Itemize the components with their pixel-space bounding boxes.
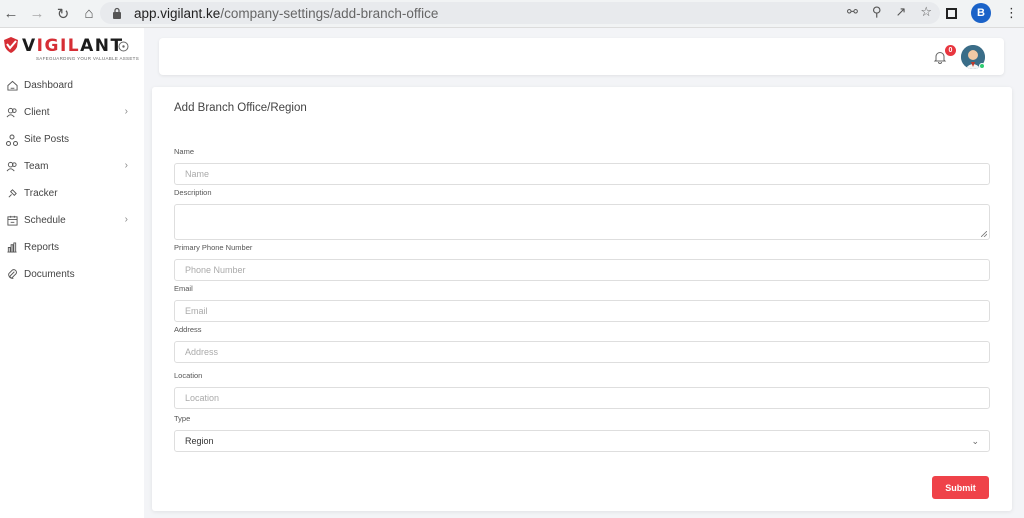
email-field[interactable]: Email — [174, 300, 990, 322]
chevron-right-icon: › — [124, 214, 128, 225]
name-placeholder: Name — [185, 169, 210, 179]
phone-placeholder: Phone Number — [185, 265, 246, 275]
reload-icon[interactable]: ↻ — [52, 3, 74, 25]
chevron-right-icon: › — [124, 160, 128, 171]
sidebar-item-label: Tracker — [24, 188, 58, 199]
star-icon[interactable]: ☆ — [920, 4, 932, 20]
sidebar-item-documents[interactable]: Documents — [0, 261, 144, 288]
brand-logo[interactable]: VIGILANT SAFEGUARDING YOUR VALUABLE ASSE… — [0, 36, 140, 66]
phone-field[interactable]: Phone Number — [174, 259, 990, 281]
home-button-icon[interactable]: ⌂ — [78, 3, 100, 25]
notification-count-badge: 0 — [945, 45, 956, 56]
type-label: Type — [174, 414, 191, 423]
location-field[interactable]: Location — [174, 387, 990, 409]
sidebar-item-label: Documents — [24, 269, 75, 280]
omnibox-actions: ⚯ ⚲ ↗ ☆ — [847, 4, 932, 20]
chevron-down-icon: ⌄ — [971, 436, 979, 446]
chevron-right-icon: › — [124, 106, 128, 117]
browser-right-actions: B ⋮ — [946, 3, 1018, 23]
top-header: 0 — [159, 38, 1004, 75]
sidebar-item-tracker[interactable]: Tracker — [0, 180, 144, 207]
phone-label: Primary Phone Number — [174, 243, 253, 252]
email-label: Email — [174, 284, 193, 293]
team-icon — [6, 161, 18, 173]
url-domain: app.vigilant.ke — [134, 5, 221, 21]
description-field[interactable] — [174, 204, 990, 240]
pin-icon — [6, 188, 18, 200]
sidebar-item-site-posts[interactable]: Site Posts — [0, 126, 144, 153]
address-placeholder: Address — [185, 347, 219, 357]
sidebar-item-label: Site Posts — [24, 134, 70, 145]
profile-avatar[interactable]: B — [971, 3, 991, 23]
users-icon — [6, 107, 18, 119]
name-field[interactable]: Name — [174, 163, 990, 185]
online-status-dot — [979, 63, 985, 69]
sidebar: VIGILANT SAFEGUARDING YOUR VALUABLE ASSE… — [0, 28, 144, 518]
email-placeholder: Email — [185, 306, 208, 316]
description-label: Description — [174, 188, 212, 197]
back-icon[interactable]: ← — [0, 3, 22, 25]
browser-toolbar: ← → ↻ ⌂ app.vigilant.ke/company-settings… — [0, 0, 1024, 28]
side-panel-icon[interactable] — [946, 7, 957, 19]
shield-logo-icon — [4, 37, 18, 53]
page-title: Add Branch Office/Region — [174, 102, 307, 114]
url-path: /company-settings/add-branch-office — [220, 5, 439, 21]
type-selected-value: Region — [185, 436, 214, 446]
brand-wordmark: VIGILANT — [22, 36, 124, 56]
sidebar-item-team[interactable]: Team › — [0, 153, 144, 180]
sidebar-item-client[interactable]: Client › — [0, 99, 144, 126]
brand-tagline: SAFEGUARDING YOUR VALUABLE ASSETS — [36, 56, 140, 61]
zoom-icon[interactable]: ⚲ — [872, 4, 882, 20]
share-icon[interactable]: ↗ — [895, 4, 906, 20]
sidebar-item-reports[interactable]: Reports — [0, 234, 144, 261]
lock-icon — [110, 6, 124, 20]
address-field[interactable]: Address — [174, 341, 990, 363]
menu-kebab-icon[interactable]: ⋮ — [1005, 5, 1018, 21]
sidebar-nav: Dashboard Client › Site Posts Team › Tra… — [0, 72, 144, 288]
type-select[interactable]: Region ⌄ — [174, 430, 990, 452]
sidebar-item-label: Client — [24, 107, 50, 118]
sidebar-item-label: Dashboard — [24, 80, 73, 91]
page-scrollbar[interactable] — [1018, 28, 1024, 518]
address-bar[interactable]: app.vigilant.ke/company-settings/add-bra… — [100, 2, 940, 24]
location-label: Location — [174, 371, 203, 380]
name-label: Name — [174, 147, 195, 156]
sidebar-item-label: Team — [24, 161, 49, 172]
sidebar-item-label: Reports — [24, 242, 60, 253]
chart-icon — [6, 242, 18, 254]
paperclip-icon — [6, 269, 18, 281]
sidebar-item-dashboard[interactable]: Dashboard — [0, 72, 144, 99]
submit-button[interactable]: Submit — [932, 476, 989, 499]
home-icon — [6, 80, 18, 92]
key-icon[interactable]: ⚯ — [847, 4, 858, 20]
browser-nav-buttons: ← → ↻ ⌂ — [0, 3, 100, 25]
location-placeholder: Location — [185, 393, 220, 403]
sidebar-item-label: Schedule — [24, 215, 66, 226]
add-branch-form: Add Branch Office/Region Name Name Descr… — [152, 87, 1012, 511]
network-icon — [6, 134, 18, 146]
resize-handle-icon[interactable] — [981, 231, 987, 237]
address-label: Address — [174, 325, 202, 334]
collapse-circle-icon[interactable] — [118, 41, 129, 52]
sidebar-item-schedule[interactable]: Schedule › — [0, 207, 144, 234]
calendar-icon — [6, 215, 18, 227]
forward-icon[interactable]: → — [26, 3, 48, 25]
